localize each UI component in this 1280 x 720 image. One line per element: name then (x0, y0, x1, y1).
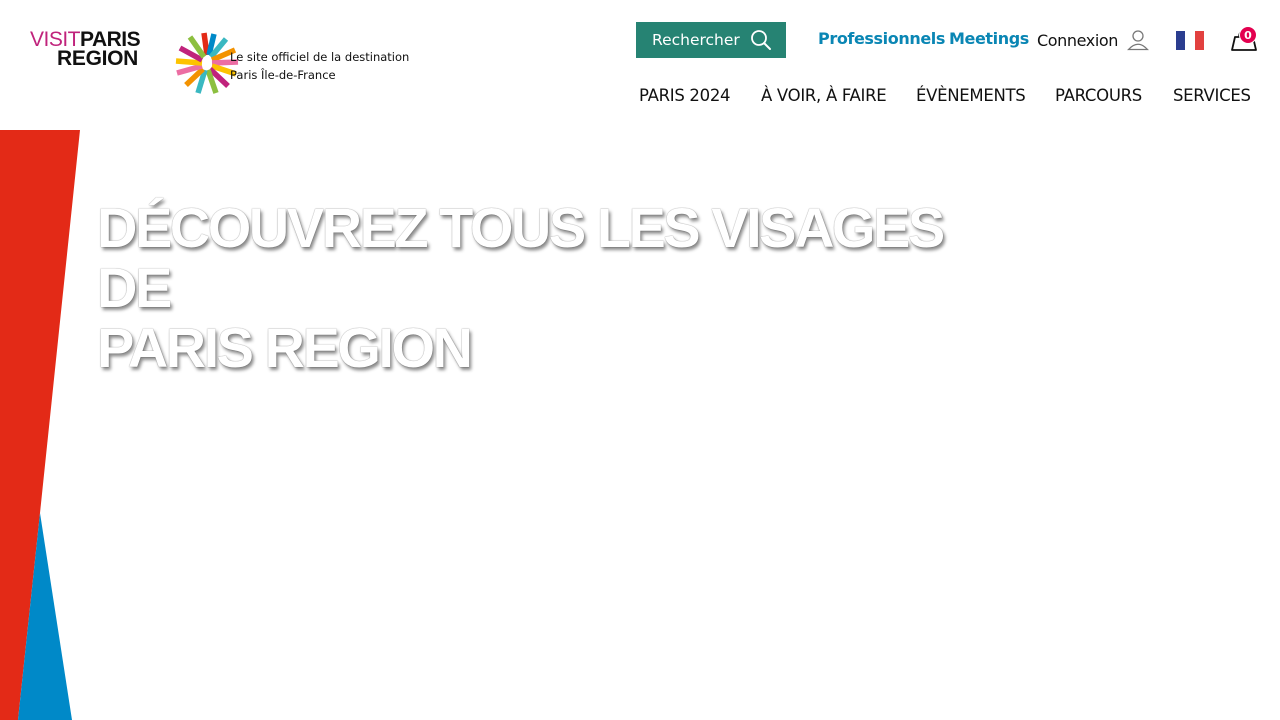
connexion-link[interactable]: Connexion (1037, 29, 1150, 51)
user-icon (1127, 30, 1150, 51)
search-icon (750, 30, 771, 50)
site-header: VISITPARIS REGION Le site officiel de la… (0, 0, 1280, 130)
hero-title-line2: PARIS REGION (97, 316, 473, 379)
hero-title: DÉCOUVREZ TOUS LES VISAGES DE PARIS REGI… (97, 198, 997, 378)
language-flag-fr-icon[interactable] (1176, 31, 1204, 50)
decorative-stripes (0, 130, 80, 720)
nav-item-parcours[interactable]: PARCOURS (1055, 86, 1142, 105)
hero-section: DÉCOUVREZ TOUS LES VISAGES DE PARIS REGI… (0, 130, 1280, 720)
meetings-link[interactable]: Meetings (949, 29, 1029, 48)
tagline-line2: Paris Île-de-France (230, 68, 336, 82)
site-logo[interactable]: VISITPARIS REGION (30, 29, 239, 94)
cart-count-badge: 0 (1239, 26, 1257, 44)
site-tagline: Le site officiel de la destination Paris… (230, 48, 409, 84)
nav-item-services[interactable]: SERVICES (1173, 86, 1251, 105)
connexion-label: Connexion (1037, 30, 1119, 50)
hero-title-line1: DÉCOUVREZ TOUS LES VISAGES DE (97, 196, 945, 319)
professionnels-link[interactable]: Professionnels (818, 29, 945, 48)
tagline-line1: Le site officiel de la destination (230, 50, 410, 64)
search-button[interactable]: Rechercher (636, 22, 786, 58)
nav-item-a-voir-a-faire[interactable]: À VOIR, À FAIRE (761, 86, 887, 105)
nav-item-paris-2024[interactable]: PARIS 2024 (639, 86, 731, 105)
nav-item-evenements[interactable]: ÉVÈNEMENTS (916, 86, 1026, 105)
logo-region-text: REGION (57, 47, 139, 70)
search-button-label: Rechercher (652, 31, 740, 49)
logo-wordmark: VISITPARIS REGION (30, 29, 141, 70)
page: VISITPARIS REGION Le site officiel de la… (0, 0, 1280, 720)
